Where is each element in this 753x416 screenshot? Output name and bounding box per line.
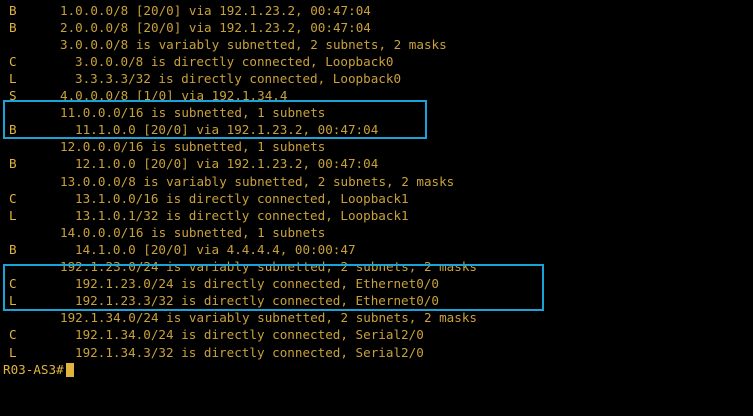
- terminal-cursor: [66, 362, 74, 377]
- route-text: 14.0.0.0/16 is subnetted, 1 subnets: [60, 224, 326, 240]
- route-text: 3.0.0.0/8 is variably subnetted, 2 subne…: [60, 36, 447, 52]
- route-text: 14.1.0.0 [20/0] via 4.4.4.4, 00:00:47: [75, 241, 356, 257]
- command-prompt: R03-AS3#: [3, 361, 64, 377]
- route-text: 12.1.0.0 [20/0] via 192.1.23.2, 00:47:04: [75, 156, 379, 172]
- route-code: B: [9, 241, 17, 257]
- highlight-box-static-route: [3, 100, 427, 139]
- route-code: C: [9, 327, 17, 343]
- command-prompt-line[interactable]: R03-AS3#: [0, 361, 74, 378]
- route-code: L: [9, 207, 17, 223]
- route-text: 2.0.0.0/8 [20/0] via 192.1.23.2, 00:47:0…: [60, 19, 371, 35]
- route-text: 3.0.0.0/8 is directly connected, Loopbac…: [75, 53, 394, 69]
- route-code: L: [9, 70, 17, 86]
- route-text: 192.1.34.0/24 is directly connected, Ser…: [75, 327, 424, 343]
- route-code: B: [9, 19, 17, 35]
- terminal-window[interactable]: B 1.0.0.0/8 [20/0] via 192.1.23.2, 00:47:…: [0, 0, 753, 416]
- route-code: L: [9, 344, 17, 360]
- route-text: 3.3.3.3/32 is directly connected, Loopba…: [75, 70, 402, 86]
- route-code: B: [9, 156, 17, 172]
- route-code: C: [9, 53, 17, 69]
- highlight-box-bgp-route: [3, 264, 544, 311]
- route-code: C: [9, 190, 17, 206]
- route-text: 13.1.0.0/16 is directly connected, Loopb…: [75, 190, 409, 206]
- route-text: 192.1.34.3/32 is directly connected, Ser…: [75, 344, 424, 360]
- route-text: 1.0.0.0/8 [20/0] via 192.1.23.2, 00:47:0…: [60, 2, 371, 18]
- route-text: 13.1.0.1/32 is directly connected, Loopb…: [75, 207, 409, 223]
- route-code: B: [9, 2, 17, 18]
- route-text: 12.0.0.0/16 is subnetted, 1 subnets: [60, 139, 326, 155]
- route-text: 192.1.34.0/24 is variably subnetted, 2 s…: [60, 310, 478, 326]
- route-text: 13.0.0.0/8 is variably subnetted, 2 subn…: [60, 173, 455, 189]
